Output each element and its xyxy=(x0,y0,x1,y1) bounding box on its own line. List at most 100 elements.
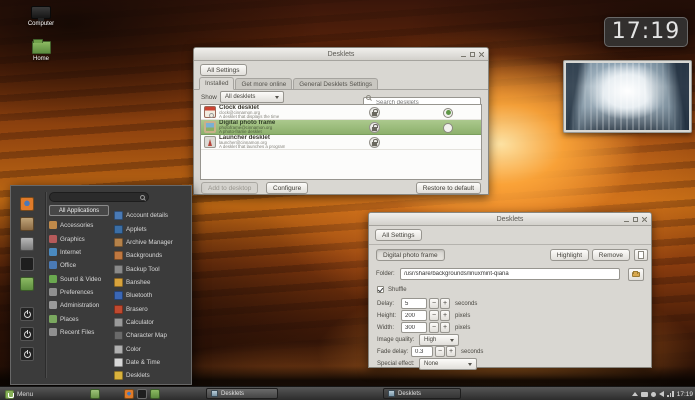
menu-item-desklets[interactable]: Desklets xyxy=(114,370,150,380)
menu-search-input[interactable] xyxy=(55,194,140,200)
desktop-icon-home[interactable]: Home xyxy=(19,41,63,62)
instance-tab-digital-photo-frame[interactable]: Digital photo frame xyxy=(376,249,445,261)
category-recent-files[interactable]: Recent Files xyxy=(49,327,94,337)
network-icon[interactable] xyxy=(667,391,674,397)
maximize-icon[interactable] xyxy=(633,217,638,222)
category-graphics[interactable]: Graphics xyxy=(49,234,85,244)
add-to-desktop-button[interactable]: Add to desktop xyxy=(201,182,258,194)
width-plus-button[interactable]: + xyxy=(440,322,450,333)
width-input[interactable] xyxy=(401,322,427,333)
category-accessories[interactable]: Accessories xyxy=(49,220,93,230)
height-input[interactable] xyxy=(401,310,427,321)
tray-expand-icon[interactable] xyxy=(632,392,638,396)
list-item-launcher-desklet[interactable]: Launcher desklet launcher@cinnamon.org A… xyxy=(201,135,481,150)
close-icon[interactable] xyxy=(479,52,484,57)
category-preferences[interactable]: Preferences xyxy=(49,287,93,297)
taskbar-window-desklets-1[interactable]: Desklets xyxy=(206,388,278,399)
restore-to-default-button[interactable]: Restore to default xyxy=(416,182,481,194)
titlebar[interactable]: Desklets xyxy=(369,213,651,226)
logout-button[interactable] xyxy=(20,327,34,341)
remove-button[interactable]: Remove xyxy=(592,249,630,261)
category-all-applications[interactable]: All Applications xyxy=(49,205,109,216)
taskbar-clock[interactable]: 17:19 xyxy=(677,391,693,398)
list-item-clock-desklet[interactable]: Clock desklet clock@cinnamon.org A deskl… xyxy=(201,105,481,120)
lock-icon[interactable] xyxy=(369,107,380,118)
fade-delay-label: Fade delay: xyxy=(377,349,408,355)
delay-plus-button[interactable]: + xyxy=(440,298,450,309)
menu-item-color[interactable]: Color xyxy=(114,344,141,354)
keyboard-layout-icon[interactable] xyxy=(641,392,648,397)
taskbar-terminal-launcher[interactable] xyxy=(137,389,147,399)
shuffle-checkbox[interactable] xyxy=(377,286,384,293)
titlebar[interactable]: Desklets xyxy=(194,48,488,61)
sidebar-item-terminal[interactable] xyxy=(20,257,34,271)
taskbar-files-launcher[interactable] xyxy=(150,389,160,399)
sidebar-item-software-manager[interactable] xyxy=(20,217,34,231)
fade-plus-button[interactable]: + xyxy=(446,346,456,357)
user-icon[interactable] xyxy=(651,392,656,397)
active-radio[interactable] xyxy=(443,123,453,133)
height-plus-button[interactable]: + xyxy=(440,310,450,321)
list-item-digital-photo-frame[interactable]: Digital photo frame photoframe@cinnamon.… xyxy=(201,120,481,135)
photo-frame-desklet[interactable] xyxy=(563,60,692,133)
lock-icon[interactable] xyxy=(369,137,380,148)
menu-item-backup-tool[interactable]: Backup Tool xyxy=(114,264,160,274)
category-office[interactable]: Office xyxy=(49,260,76,270)
show-filter-select[interactable]: All desklets xyxy=(220,91,284,103)
menu-item-brasero[interactable]: Brasero xyxy=(114,304,148,314)
all-settings-button[interactable]: All Settings xyxy=(375,229,422,241)
lock-icon[interactable] xyxy=(369,122,380,133)
menu-item-bluetooth[interactable]: Bluetooth xyxy=(114,290,152,300)
sidebar-item-settings[interactable] xyxy=(20,237,34,251)
system-tray: 17:19 xyxy=(632,387,693,400)
show-desktop-button[interactable] xyxy=(90,389,100,399)
category-administration[interactable]: Administration xyxy=(49,300,99,310)
clock-desklet[interactable]: 17:19 xyxy=(604,17,688,47)
taskbar: Menu Desklets Desklets 17:19 xyxy=(0,386,695,400)
minimize-icon[interactable] xyxy=(461,53,466,57)
desktop-icon-computer[interactable]: Computer xyxy=(19,6,63,27)
sidebar-item-files[interactable] xyxy=(20,277,34,291)
special-effect-select[interactable]: None xyxy=(419,358,477,370)
category-sound-video[interactable]: Sound & Video xyxy=(49,274,101,284)
active-radio[interactable] xyxy=(443,108,453,118)
delay-input[interactable] xyxy=(401,298,427,309)
fade-delay-input[interactable] xyxy=(411,346,433,357)
menu-item-calculator[interactable]: Calculator xyxy=(114,317,154,327)
folder-input[interactable] xyxy=(400,268,620,280)
window-title: Desklets xyxy=(497,216,524,223)
tab-general-desklets-settings[interactable]: General Desklets Settings xyxy=(293,78,378,89)
menu-item-backgrounds[interactable]: Backgrounds xyxy=(114,250,162,260)
category-internet[interactable]: Internet xyxy=(49,247,81,257)
menu-button[interactable]: Menu xyxy=(2,388,36,400)
menu-item-applets[interactable]: Applets xyxy=(114,224,147,234)
add-instance-button[interactable] xyxy=(634,249,648,261)
height-minus-button[interactable]: − xyxy=(429,310,439,321)
special-effect-label: Special effect: xyxy=(377,361,415,367)
menu-item-account-details[interactable]: Account details xyxy=(114,210,168,220)
maximize-icon[interactable] xyxy=(470,52,475,57)
delay-minus-button[interactable]: − xyxy=(429,298,439,309)
menu-item-banshee[interactable]: Banshee xyxy=(114,277,150,287)
category-places[interactable]: Places xyxy=(49,314,79,324)
menu-item-date-time[interactable]: Date & Time xyxy=(114,357,160,367)
tab-get-more-online[interactable]: Get more online xyxy=(235,78,292,89)
volume-icon[interactable] xyxy=(659,391,664,397)
tab-installed[interactable]: Installed xyxy=(199,77,234,90)
taskbar-window-desklets-2[interactable]: Desklets xyxy=(383,388,461,399)
configure-button[interactable]: Configure xyxy=(266,182,308,194)
highlight-button[interactable]: Highlight xyxy=(550,249,589,261)
shutdown-button[interactable] xyxy=(20,347,34,361)
menu-item-archive-manager[interactable]: Archive Manager xyxy=(114,237,173,247)
taskbar-firefox-launcher[interactable] xyxy=(124,389,134,399)
browse-folder-button[interactable] xyxy=(628,268,644,281)
all-settings-button[interactable]: All Settings xyxy=(200,64,247,76)
fade-minus-button[interactable]: − xyxy=(435,346,445,357)
sidebar-item-firefox[interactable] xyxy=(20,197,34,211)
close-icon[interactable] xyxy=(642,217,647,222)
minimize-icon[interactable] xyxy=(624,218,629,222)
image-quality-select[interactable]: High xyxy=(419,334,459,346)
width-minus-button[interactable]: − xyxy=(429,322,439,333)
menu-item-character-map[interactable]: Character Map xyxy=(114,330,167,340)
lock-screen-button[interactable] xyxy=(20,307,34,321)
